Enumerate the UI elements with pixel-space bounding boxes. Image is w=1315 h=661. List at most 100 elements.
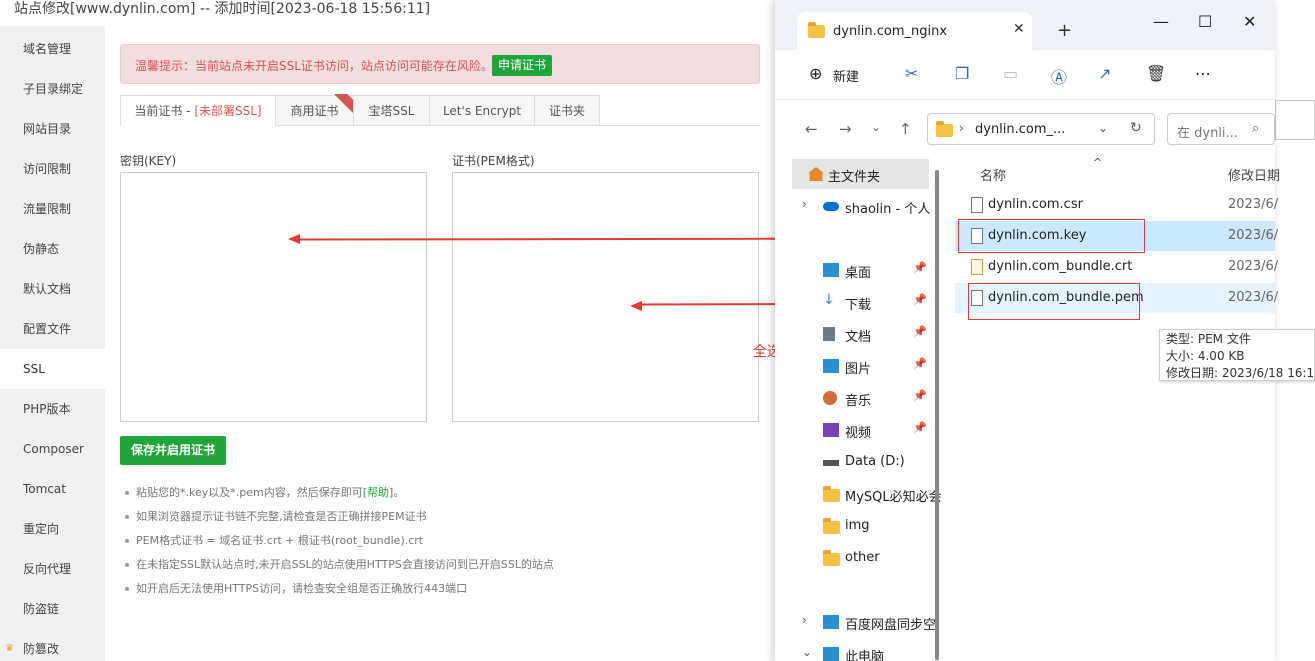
chevron-right-icon[interactable]: › bbox=[802, 613, 807, 627]
pin-icon[interactable]: 📌 bbox=[913, 421, 927, 434]
chevron-down-icon[interactable]: ⌄ bbox=[1098, 121, 1108, 135]
sidebar-item-rewrite[interactable]: 伪静态 bbox=[0, 229, 105, 269]
close-window-icon[interactable]: ✕ bbox=[1243, 12, 1256, 31]
tip-item: 如果浏览器提示证书链不完整,请检查是否正确拼接PEM证书 bbox=[122, 507, 554, 531]
video-icon bbox=[823, 423, 839, 437]
sidebar-item-traffic-limit[interactable]: 流量限制 bbox=[0, 189, 105, 229]
pc-icon bbox=[823, 647, 839, 661]
file-row-crt[interactable]: dynlin.com_bundle.crt 2023/6/ bbox=[955, 252, 1278, 282]
sidebar-item-php[interactable]: PHP版本 bbox=[0, 389, 105, 429]
nav-scrollbar[interactable] bbox=[935, 170, 939, 660]
nav-item-onedrive[interactable]: › shaolin - 个人 bbox=[775, 191, 940, 221]
key-textarea[interactable] bbox=[120, 172, 427, 422]
sidebar-item-composer[interactable]: Composer bbox=[0, 429, 105, 469]
nav-item-music[interactable]: 音乐 📌 bbox=[775, 383, 940, 413]
nav-item-img[interactable]: img bbox=[775, 511, 940, 541]
ssl-tabs: 当前证书 - [未部署SSL] 商用证书 宝塔SSL Let's Encrypt… bbox=[120, 94, 760, 126]
apply-cert-button[interactable]: 申请证书 bbox=[492, 55, 553, 76]
nav-item-mysql[interactable]: MySQL必知必会 bbox=[775, 479, 942, 509]
desktop-icon bbox=[823, 263, 839, 277]
sidebar-item-default-doc[interactable]: 默认文档 bbox=[0, 269, 105, 309]
home-icon bbox=[808, 167, 824, 181]
maximize-icon[interactable]: ☐ bbox=[1198, 12, 1212, 31]
recent-chevron-icon[interactable]: ⌄ bbox=[871, 120, 881, 134]
tab-commercial[interactable]: 商用证书 bbox=[275, 94, 356, 126]
minimize-icon[interactable]: — bbox=[1153, 12, 1169, 31]
tip-item: 如开启后无法使用HTTPS访问，请检查安全组是否正确放行443端口 bbox=[122, 579, 554, 603]
up-icon[interactable]: ↑ bbox=[899, 120, 912, 138]
sidebar-item-domain[interactable]: 域名管理 bbox=[0, 29, 105, 69]
nav-item-pictures[interactable]: 图片 📌 bbox=[775, 351, 940, 381]
tab-letsencrypt[interactable]: Let's Encrypt bbox=[429, 95, 535, 126]
share-icon[interactable]: ↗ bbox=[1098, 64, 1111, 83]
chevron-down-icon[interactable]: ⌄ bbox=[802, 645, 812, 659]
nav-item-downloads[interactable]: ↓ 下载 📌 bbox=[775, 287, 940, 317]
sidebar-item-hotlink[interactable]: 防盗链 bbox=[0, 589, 105, 629]
sidebar: 域名管理 子目录绑定 网站目录 访问限制 流量限制 伪静态 默认文档 配置文件 … bbox=[0, 26, 105, 661]
pem-label: 证书(PEM格式) bbox=[452, 154, 535, 168]
baidu-icon bbox=[823, 615, 839, 629]
nav-item-documents[interactable]: 文档 📌 bbox=[775, 319, 940, 349]
arrow-pem-head bbox=[630, 301, 642, 311]
more-icon[interactable]: ⋯ bbox=[1195, 64, 1211, 83]
tip-item: 粘贴您的*.key以及*.pem内容，然后保存即可[帮助]。 bbox=[122, 483, 554, 507]
close-tab-icon[interactable]: ✕ bbox=[1013, 21, 1025, 37]
paste-icon[interactable]: ▭ bbox=[1003, 64, 1018, 83]
nav-item-other[interactable]: other bbox=[775, 543, 940, 573]
file-row-csr[interactable]: dynlin.com.csr 2023/6/ bbox=[955, 190, 1278, 220]
sidebar-item-subdir[interactable]: 子目录绑定 bbox=[0, 69, 105, 109]
pin-icon[interactable]: 📌 bbox=[913, 389, 927, 402]
tab-baota-ssl[interactable]: 宝塔SSL bbox=[353, 95, 430, 126]
certificate-icon bbox=[971, 259, 983, 275]
column-name[interactable]: 名称 bbox=[980, 165, 1006, 184]
column-date[interactable]: 修改日期 bbox=[1228, 165, 1280, 184]
drive-icon bbox=[823, 460, 839, 466]
sidebar-item-access-limit[interactable]: 访问限制 bbox=[0, 149, 105, 189]
tab-commercial-label: 商用证书 bbox=[290, 104, 339, 118]
sidebar-item-tamper[interactable]: ♛ 防篡改 bbox=[0, 629, 105, 661]
pin-icon[interactable]: 📌 bbox=[913, 293, 927, 306]
sidebar-item-ssl[interactable]: SSL bbox=[0, 349, 105, 389]
sidebar-item-reverse-proxy[interactable]: 反向代理 bbox=[0, 549, 105, 589]
chevron-right-icon[interactable]: › bbox=[802, 197, 807, 211]
nav-item-data-drive[interactable]: Data (D:) bbox=[775, 447, 940, 477]
crown-icon: ♛ bbox=[5, 643, 14, 654]
pin-icon[interactable]: 📌 bbox=[913, 325, 927, 338]
sidebar-item-site-dir[interactable]: 网站目录 bbox=[0, 109, 105, 149]
help-link[interactable]: [帮助] bbox=[363, 486, 394, 499]
sidebar-item-tomcat[interactable]: Tomcat bbox=[0, 469, 105, 509]
search-icon: ⌕ bbox=[1252, 121, 1260, 136]
copy-icon[interactable]: ❐ bbox=[955, 64, 969, 83]
explorer-toolbar: ⊕ 新建 ✂ ❐ ▭ Ⓐ ↗ 🗑 ⋯ bbox=[775, 50, 1275, 100]
rename-icon[interactable]: Ⓐ bbox=[1051, 64, 1067, 88]
folder-icon bbox=[823, 550, 840, 566]
search-input[interactable]: 在 dynli... ⌕ bbox=[1167, 113, 1275, 145]
sidebar-item-config[interactable]: 配置文件 bbox=[0, 309, 105, 349]
tip-item: 在未指定SSL默认站点时,未开启SSL的站点使用HTTPS会直接访问到已开启SS… bbox=[122, 555, 554, 579]
address-bar[interactable]: › dynlin.com_... ⌄ ↻ bbox=[927, 113, 1155, 145]
key-label: 密钥(KEY) bbox=[120, 154, 177, 168]
pin-icon[interactable]: 📌 bbox=[913, 357, 927, 370]
nav-item-this-pc[interactable]: ⌄ 此电脑 bbox=[775, 639, 940, 661]
tab-current-cert[interactable]: 当前证书 - [未部署SSL] bbox=[120, 95, 276, 126]
sidebar-item-redirect[interactable]: 重定向 bbox=[0, 509, 105, 549]
pin-icon[interactable]: 📌 bbox=[913, 261, 927, 274]
new-button[interactable]: 新建 bbox=[833, 66, 859, 85]
navigation-pane: 主文件夹 › shaolin - 个人 桌面 📌 ↓ 下载 📌 文档 📌 图片 … bbox=[775, 156, 942, 661]
back-icon[interactable]: ← bbox=[805, 120, 818, 138]
delete-icon[interactable]: 🗑 bbox=[1146, 64, 1166, 83]
nav-item-desktop[interactable]: 桌面 📌 bbox=[775, 255, 940, 285]
new-tab-icon[interactable]: + bbox=[1057, 20, 1072, 41]
forward-icon[interactable]: → bbox=[839, 120, 852, 138]
nav-item-baidu[interactable]: › 百度网盘同步空 bbox=[775, 607, 940, 637]
chevron-right-icon: › bbox=[959, 121, 964, 135]
explorer-tab[interactable]: dynlin.com_nginx ✕ bbox=[797, 12, 1032, 50]
folder-icon bbox=[823, 486, 840, 502]
save-enable-cert-button[interactable]: 保存并启用证书 bbox=[120, 436, 226, 465]
nav-item-videos[interactable]: 视频 📌 bbox=[775, 415, 940, 445]
tab-cert-folder[interactable]: 证书夹 bbox=[534, 95, 600, 126]
refresh-icon[interactable]: ↻ bbox=[1130, 120, 1142, 136]
nav-item-home[interactable]: 主文件夹 bbox=[792, 159, 929, 189]
cut-icon[interactable]: ✂ bbox=[905, 64, 918, 83]
pem-textarea[interactable] bbox=[452, 172, 759, 422]
